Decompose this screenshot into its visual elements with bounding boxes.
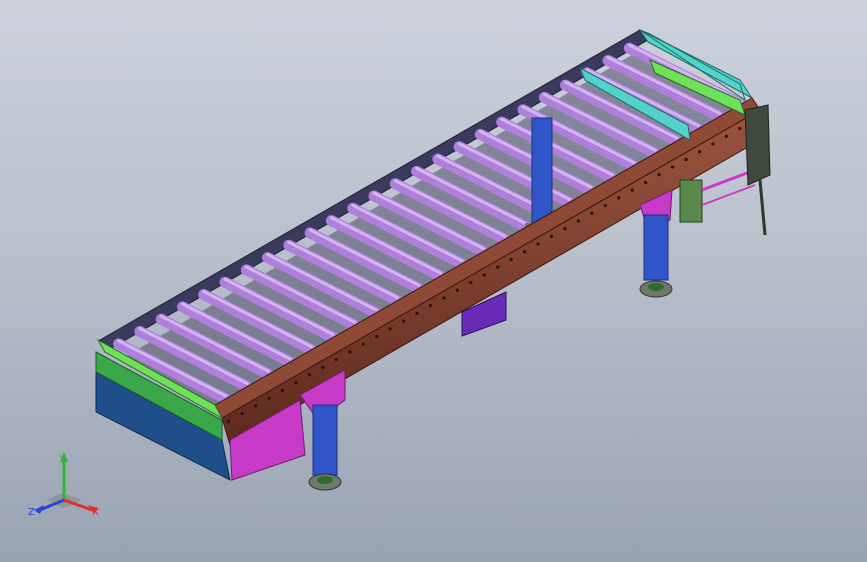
- rail-bolt: [549, 234, 554, 238]
- rail-bolt: [603, 203, 607, 208]
- rail-bolt: [442, 296, 446, 300]
- rail-bolt: [375, 334, 379, 339]
- rail-bolt: [523, 250, 527, 254]
- rail-bolt: [670, 165, 675, 169]
- rail-bolt: [576, 219, 581, 223]
- rail-bolt: [254, 404, 258, 408]
- rail-bolt: [724, 134, 728, 138]
- rail-bolt: [361, 342, 365, 346]
- rail-bolt: [697, 150, 702, 154]
- rail-bolt: [280, 388, 285, 392]
- rail-bolt: [711, 142, 715, 146]
- rail-bolt: [334, 357, 338, 362]
- rail-bolt: [294, 381, 298, 385]
- rail-bolt: [509, 257, 513, 262]
- rail-bolt: [455, 288, 459, 292]
- rail-bolt: [563, 227, 567, 231]
- coordinate-triad: Y X Z: [28, 452, 99, 518]
- rail-bolt: [684, 157, 688, 161]
- rail-bolt: [590, 211, 594, 215]
- rail-bolt: [428, 304, 433, 308]
- rail-bolt: [348, 350, 352, 354]
- rail-bolt: [227, 419, 231, 423]
- rail-bolt: [644, 180, 648, 185]
- rail-bolt: [321, 365, 325, 369]
- y-axis-label: Y: [58, 454, 66, 465]
- rail-bolt: [307, 373, 312, 377]
- rail-bolt: [415, 311, 419, 315]
- rail-bolt: [388, 327, 392, 331]
- rail-bolt: [496, 265, 500, 269]
- cad-viewport[interactable]: Y X Z: [0, 0, 867, 562]
- rail-bolt: [401, 319, 406, 323]
- rail-bolt: [630, 188, 634, 192]
- conveyor-model[interactable]: [0, 0, 867, 562]
- z-axis-label: Z: [28, 507, 35, 518]
- x-axis-label: X: [92, 507, 99, 518]
- rail-bolt: [267, 396, 271, 400]
- rail-bolt: [617, 196, 621, 200]
- rail-bolt: [738, 126, 742, 131]
- rail-bolt: [657, 173, 661, 177]
- rail-bolt: [240, 411, 244, 416]
- rail-bolt: [482, 273, 486, 277]
- front-right-leg[interactable]: [639, 189, 673, 298]
- rail-bolt: [469, 280, 473, 285]
- rail-bolt: [536, 242, 540, 246]
